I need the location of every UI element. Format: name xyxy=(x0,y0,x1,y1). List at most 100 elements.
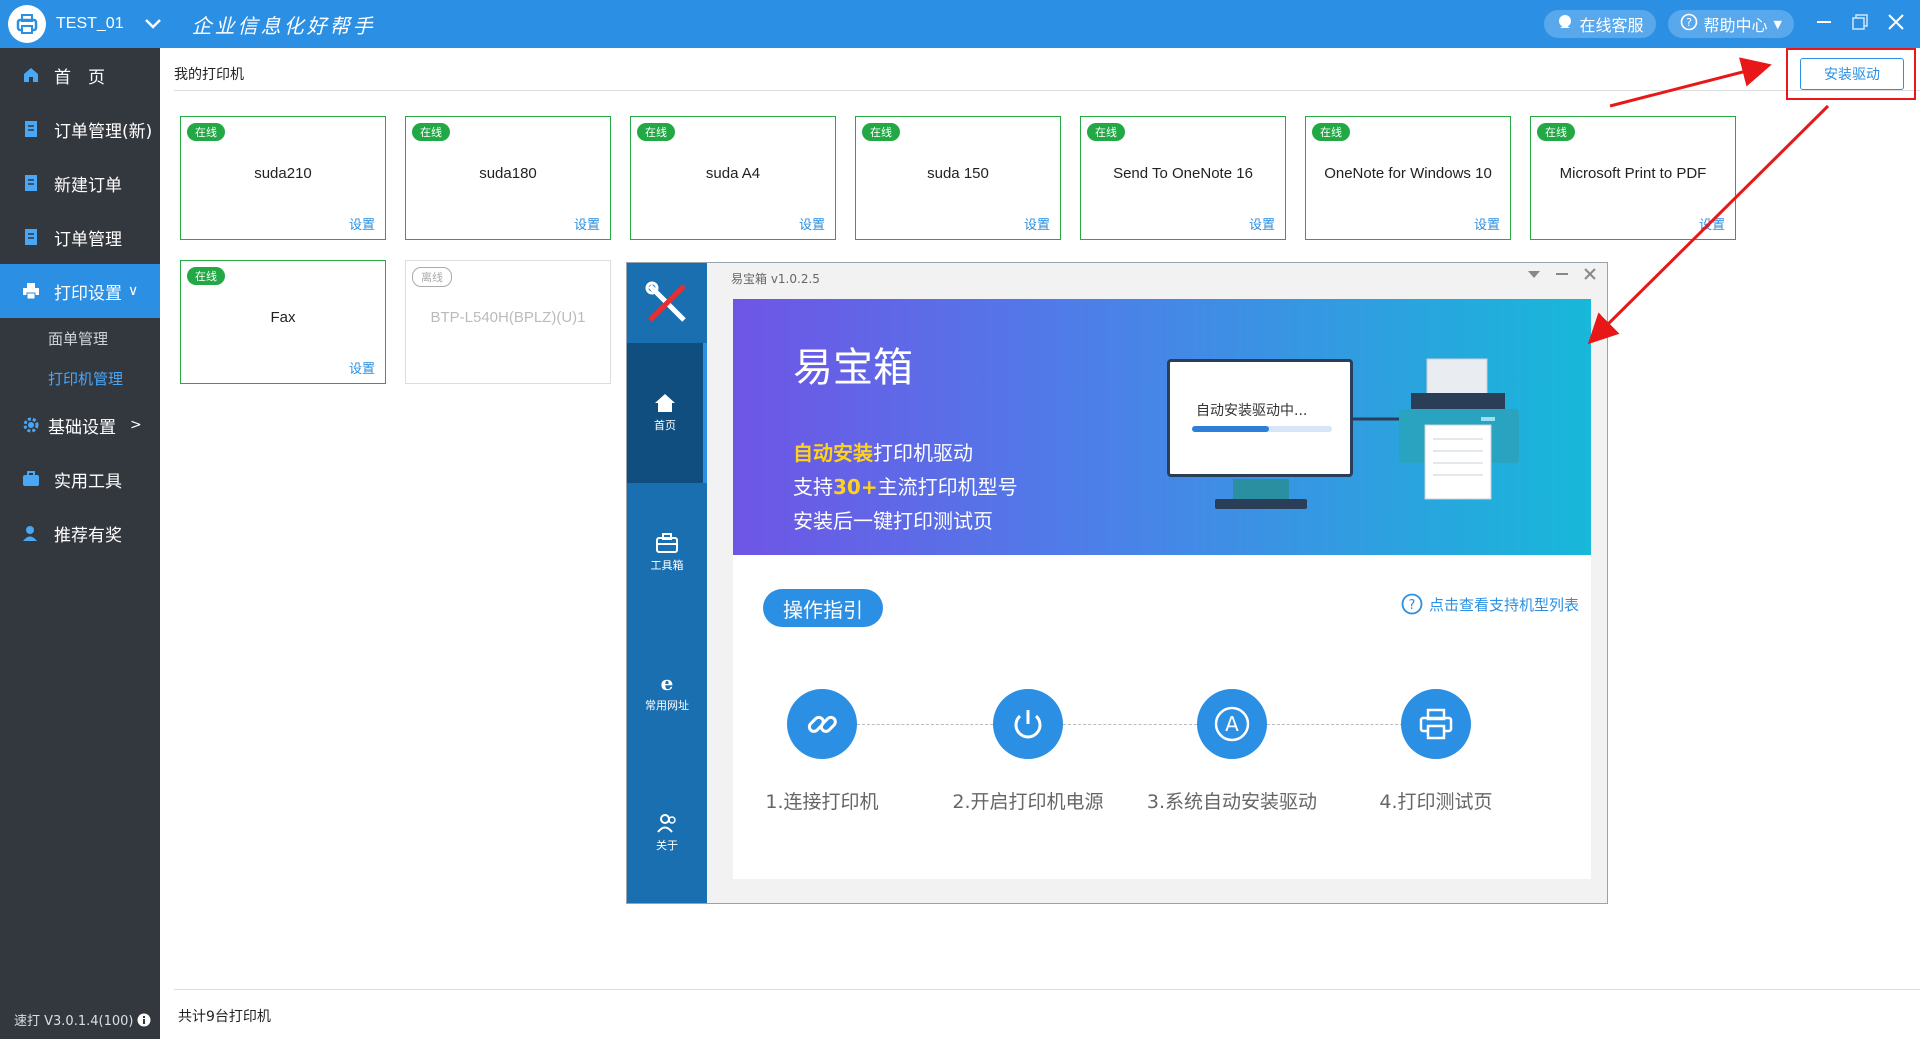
popup-nav-about[interactable]: 关于 xyxy=(627,763,707,903)
sidebar-item-label: 实用工具 xyxy=(54,471,122,492)
status-badge: 离线 xyxy=(412,267,452,287)
sidebar-item-orders-new[interactable]: 订单管理(新) xyxy=(0,102,160,156)
printer-settings-link[interactable]: 设置 xyxy=(1474,214,1500,233)
svg-text:?: ? xyxy=(1686,16,1692,29)
link-icon xyxy=(787,689,857,759)
sidebar-subitem-printer-manage[interactable]: 打印机管理 xyxy=(0,358,160,398)
popup-nav-toolbox[interactable]: 工具箱 xyxy=(627,483,707,623)
yibaoxiang-window: 首页 工具箱 e 常用网址 关于 易宝箱 v1.0.2.5 易宝箱 自动安装打印… xyxy=(626,262,1608,904)
step-connect-printer: 1.连接打印机 xyxy=(712,689,932,814)
promo-banner: 易宝箱 自动安装打印机驱动 支持30+主流打印机型号 安装后一键打印测试页 自动… xyxy=(733,299,1591,555)
sidebar-subitem-waybill[interactable]: 面单管理 xyxy=(0,318,160,358)
popup-close-icon[interactable] xyxy=(1583,265,1597,286)
popup-nav-home[interactable]: 首页 xyxy=(627,343,707,483)
info-icon[interactable] xyxy=(137,1013,151,1027)
printer-name: OneNote for Windows 10 xyxy=(1324,165,1492,182)
printer-settings-link[interactable]: 设置 xyxy=(1699,214,1725,233)
chat-icon xyxy=(1556,13,1574,35)
restore-icon xyxy=(1852,13,1868,30)
question-circle-icon: ? xyxy=(1401,593,1423,615)
banner-line-2: 支持30+主流打印机型号 xyxy=(793,475,1018,499)
printer-card[interactable]: 在线 suda180 设置 xyxy=(405,116,611,240)
printer-card[interactable]: 在线 Fax 设置 xyxy=(180,260,386,384)
popup-window-controls xyxy=(1527,265,1597,286)
app-logo-icon xyxy=(8,5,46,43)
close-button[interactable] xyxy=(1878,12,1914,37)
printer-illustration-icon xyxy=(1399,358,1519,500)
banner-line-1: 自动安装打印机驱动 xyxy=(793,441,973,465)
banner-heading: 易宝箱 xyxy=(793,345,913,391)
divider xyxy=(174,989,1920,990)
home-icon xyxy=(24,68,38,82)
monitor-base xyxy=(1215,499,1307,509)
popup-nav-websites[interactable]: e 常用网址 xyxy=(627,623,707,763)
sidebar-item-label: 基础设置 xyxy=(48,417,116,438)
version-label: 速打 V3.0.1.4(100) xyxy=(14,1014,134,1029)
status-badge: 在线 xyxy=(187,267,225,285)
printer-settings-link[interactable]: 设置 xyxy=(799,214,825,233)
printer-count: 共计9台打印机 xyxy=(178,1009,271,1025)
printer-card[interactable]: 在线 suda A4 设置 xyxy=(630,116,836,240)
sidebar-item-print-settings[interactable]: 打印设置 ∨ xyxy=(0,264,160,318)
sidebar-item-home[interactable]: 首 页 xyxy=(0,48,160,102)
operation-guide-button[interactable]: 操作指引 xyxy=(763,589,883,627)
install-progress-bar xyxy=(1192,426,1332,432)
supported-models-label: 点击查看支持机型列表 xyxy=(1428,595,1579,614)
printer-card[interactable]: 在线 suda 150 设置 xyxy=(855,116,1061,240)
online-service-button[interactable]: 在线客服 xyxy=(1543,10,1656,38)
supported-models-link[interactable]: ? 点击查看支持机型列表 xyxy=(1401,593,1579,615)
popup-title: 易宝箱 v1.0.2.5 xyxy=(731,272,820,286)
auto-install-icon: A xyxy=(1197,689,1267,759)
printer-name: BTP-L540H(BPLZ)(U)1 xyxy=(430,309,586,326)
popup-minimize-icon[interactable] xyxy=(1555,265,1569,286)
sidebar-item-orders[interactable]: 订单管理 xyxy=(0,210,160,264)
printer-card[interactable]: 在线 OneNote for Windows 10 设置 xyxy=(1305,116,1511,240)
popup-nav-label: 首页 xyxy=(654,419,676,432)
status-badge: 在线 xyxy=(187,123,225,141)
document-icon xyxy=(25,229,37,245)
sidebar-item-label: 推荐有奖 xyxy=(54,525,122,546)
sidebar-item-basic-settings[interactable]: 基础设置 > xyxy=(0,398,160,452)
users-icon xyxy=(657,814,676,833)
svg-text:A: A xyxy=(1225,712,1239,736)
tools-logo-icon xyxy=(627,263,707,343)
chevron-right-icon: > xyxy=(130,417,142,433)
printer-card[interactable]: 在线 Microsoft Print to PDF 设置 xyxy=(1530,116,1736,240)
monitor-stand xyxy=(1233,479,1289,501)
page-title: 我的打印机 xyxy=(174,67,244,83)
printer-name: suda180 xyxy=(479,165,537,182)
browser-icon: e xyxy=(661,673,674,693)
help-center-button[interactable]: ? 帮助中心 ▼ xyxy=(1667,10,1794,38)
sidebar-item-label: 打印设置 xyxy=(54,283,122,304)
status-badge: 在线 xyxy=(637,123,675,141)
sidebar: 首 页 订单管理(新) 新建订单 订单管理 打印设置 ∨ 面单管理 打印机管理 … xyxy=(0,48,160,1039)
question-icon: ? xyxy=(1680,13,1698,35)
sidebar-item-referral[interactable]: 推荐有奖 xyxy=(0,506,160,560)
popup-nav-label: 常用网址 xyxy=(645,699,689,712)
install-driver-button[interactable]: 安装驱动 xyxy=(1800,58,1904,90)
minimize-button[interactable] xyxy=(1806,12,1842,37)
sidebar-item-label: 首 页 xyxy=(54,67,105,88)
home-icon xyxy=(655,394,675,412)
popup-nav-label: 工具箱 xyxy=(650,559,684,572)
document-icon xyxy=(25,121,37,137)
popup-sidebar: 首页 工具箱 e 常用网址 关于 xyxy=(627,263,707,903)
sidebar-item-label: 新建订单 xyxy=(54,175,122,196)
step-auto-install: A 3.系统自动安装驱动 xyxy=(1122,689,1342,814)
step-label: 3.系统自动安装驱动 xyxy=(1146,791,1318,813)
printer-settings-link[interactable]: 设置 xyxy=(349,358,375,377)
printer-card[interactable]: 在线 Send To OneNote 16 设置 xyxy=(1080,116,1286,240)
printer-card[interactable]: 离线 BTP-L540H(BPLZ)(U)1 xyxy=(405,260,611,384)
printer-settings-link[interactable]: 设置 xyxy=(1249,214,1275,233)
printer-settings-link[interactable]: 设置 xyxy=(1024,214,1050,233)
sidebar-item-new-order[interactable]: 新建订单 xyxy=(0,156,160,210)
printer-settings-link[interactable]: 设置 xyxy=(349,214,375,233)
step-print-test: 4.打印测试页 xyxy=(1326,689,1546,814)
maximize-button[interactable] xyxy=(1842,12,1878,37)
popup-dropdown-icon[interactable] xyxy=(1527,265,1541,286)
help-dropdown-icon: ▼ xyxy=(1773,17,1782,31)
printer-card[interactable]: 在线 suda210 设置 xyxy=(180,116,386,240)
account-dropdown-icon[interactable] xyxy=(144,14,162,35)
sidebar-item-tools[interactable]: 实用工具 xyxy=(0,452,160,506)
printer-settings-link[interactable]: 设置 xyxy=(574,214,600,233)
